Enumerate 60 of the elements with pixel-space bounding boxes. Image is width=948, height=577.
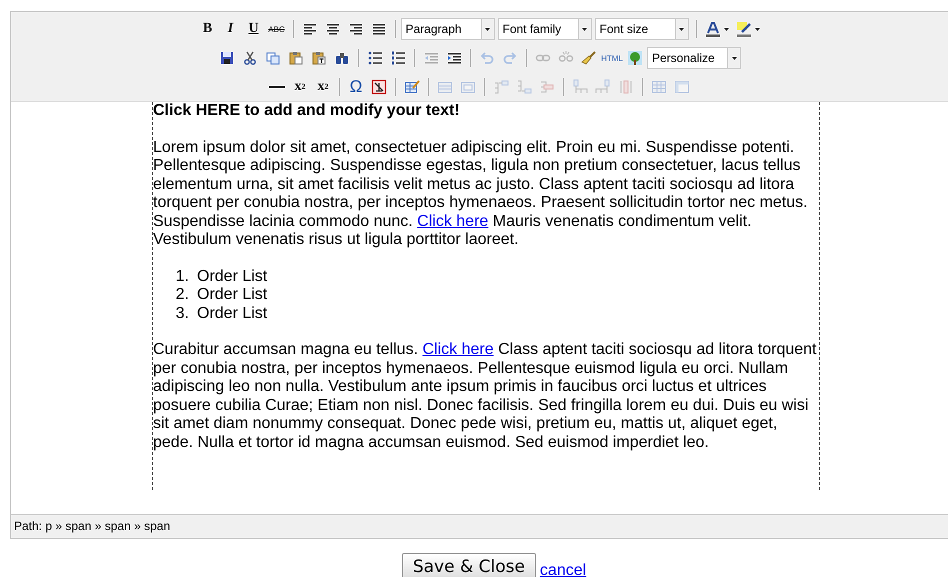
caret-icon (582, 28, 587, 31)
toolbar-button[interactable]: Ω (345, 76, 367, 98)
element-path: Path: p » span » span » span (14, 519, 170, 533)
insert-column-after-icon (595, 78, 611, 95)
list-item: Order List (197, 304, 268, 323)
toolbar-button[interactable]: B (196, 18, 218, 40)
toolbar-button[interactable]: ABC (266, 18, 288, 40)
redo-icon (502, 50, 518, 66)
clipboard-text-icon (311, 50, 327, 66)
clipboard-icon (288, 50, 304, 66)
undo-icon (479, 50, 495, 66)
format-dropdown[interactable]: Personalize (647, 47, 741, 69)
save-close-button[interactable]: Save & Close (402, 553, 536, 577)
content-paragraph: Curabitur accumsan magna eu tellus. Click here Class aptent taciti sociosqu ad litora torquent per conubia nostra, per inceptos hymenaeos. Pellentesque euismod ligula eu orci. Nullam adipiscing leo non nulla. Vestibulum ante ipsum primis in faucibus orci luctus et ultrices posuere cubilia Curae; Etiam non nisl. Donec facilisis. Sed fringilla lorem eu dui. Duis eu wisi sit amet diam nonummy consequat. Donec pede wisi, pretium eu, mattis ut, aliquet eget, pede. Nulla et tortor id magna accumsan euismod. Sed euismod imperdiet leo. (153, 341, 818, 452)
toolbar-button[interactable]: HTML (601, 47, 623, 69)
table-props-icon (674, 78, 690, 95)
align-left-icon (302, 21, 318, 38)
text-color-icon (704, 21, 720, 38)
list-number: 2. (174, 286, 189, 304)
delete-row-icon (539, 78, 555, 95)
align-right-icon (348, 21, 364, 38)
delete-column-icon (618, 78, 634, 95)
list-number: 3. (174, 304, 189, 323)
list-number: 1. (174, 268, 189, 286)
align-justify-icon (370, 21, 386, 38)
copy-icon (265, 50, 281, 66)
insert-row-after-icon (516, 78, 532, 95)
caret-icon (754, 28, 760, 31)
table-edit-icon (404, 78, 420, 95)
content-paragraph: Lorem ipsum dolor sit amet, consectetuer adipiscing elit. Proin eu mi. Suspendisse potenti. Pellentesque adipiscing. Suspendisse egestas, ligula non pretium consectetuer, lacus tellus elementum urna, sit amet facilisis velit metus ac justo. Class aptent taciti sociosqu ad litora torquent per conubia nostra, per inceptos hymenaeos. Praesent sollicitudin tortor nec metus. Suspendisse lacinia commodo nunc. Click here Mauris venenatis condimentum velit. Vestibulum venenatis risus ut ligula porttitor laoreet. (153, 138, 809, 250)
text-link[interactable]: Click here (417, 212, 488, 230)
tree-image-icon (627, 50, 643, 66)
outdent-icon (423, 50, 439, 66)
format-dropdown[interactable]: Font size (594, 18, 688, 40)
bullet-list-icon (367, 50, 383, 66)
broom-icon (581, 50, 597, 66)
align-center-icon (324, 21, 340, 38)
format-dropdown[interactable]: Font family (498, 18, 592, 40)
toolbar-button[interactable]: U (242, 18, 264, 40)
cancel-link[interactable]: cancel (540, 562, 586, 577)
insert-row-before-icon (493, 78, 509, 95)
list-item: Order List (197, 286, 268, 304)
indent-icon (446, 50, 462, 66)
content-heading: Click HERE to add and modify your text! (153, 102, 461, 120)
scissors-icon (242, 50, 258, 66)
insert-column-before-icon (572, 78, 588, 95)
list-item: Order List (197, 268, 268, 286)
caret-icon (732, 56, 736, 60)
format-dropdown[interactable]: Paragraph (400, 18, 494, 40)
numbered-list-icon (390, 50, 406, 66)
caret-icon (724, 28, 728, 31)
binoculars-icon (334, 50, 350, 66)
nonbreaking-space-icon (371, 78, 387, 95)
caret-icon (679, 28, 684, 31)
caret-icon (485, 28, 490, 31)
toolbar-button[interactable]: I (220, 18, 242, 40)
text-link[interactable]: Click here (422, 341, 494, 358)
horizontal-rule-icon (269, 86, 285, 88)
highlight-color-icon (736, 21, 752, 38)
table-icon (651, 78, 667, 95)
